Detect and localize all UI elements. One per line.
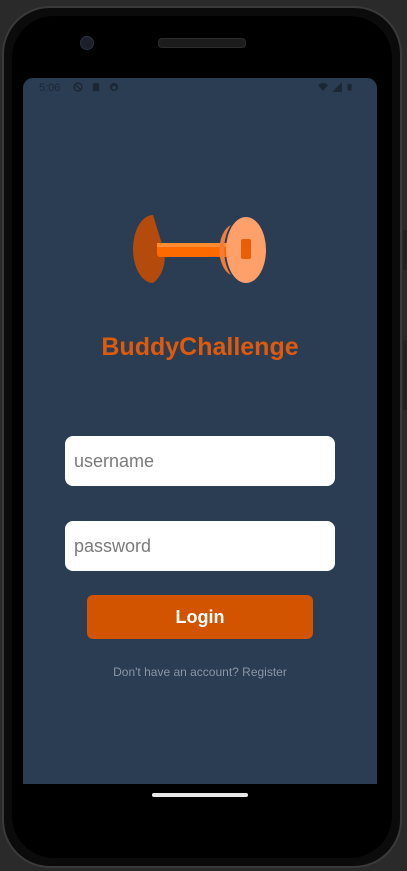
device: 5:06 BuddyChallenge username Login Don't… [0,0,407,871]
status-time: 5:06 [39,82,61,94]
register-link[interactable]: Don't have an account? Register [23,665,377,679]
do-not-disturb-icon [73,82,83,92]
sync-icon [110,83,118,91]
status-icons-left [73,82,119,92]
speaker-grille [158,38,246,48]
navigation-bar [23,784,377,814]
username-input[interactable] [65,436,335,486]
front-camera-icon [80,36,94,50]
login-button[interactable]: Login [87,595,313,639]
status-bar: 5:06 [23,78,377,100]
battery-icon [347,83,352,91]
app-screen: 5:06 BuddyChallenge username Login Don't… [23,78,377,784]
status-icons-right [318,82,353,92]
signal-icon [332,82,342,92]
dumbbell-icon [133,215,266,283]
password-input[interactable] [65,521,335,571]
app-title: BuddyChallenge [101,333,299,361]
power-button [403,230,407,270]
sd-card-icon [93,83,99,91]
wifi-icon [318,83,328,91]
home-indicator[interactable] [152,793,248,797]
volume-button [403,340,407,410]
